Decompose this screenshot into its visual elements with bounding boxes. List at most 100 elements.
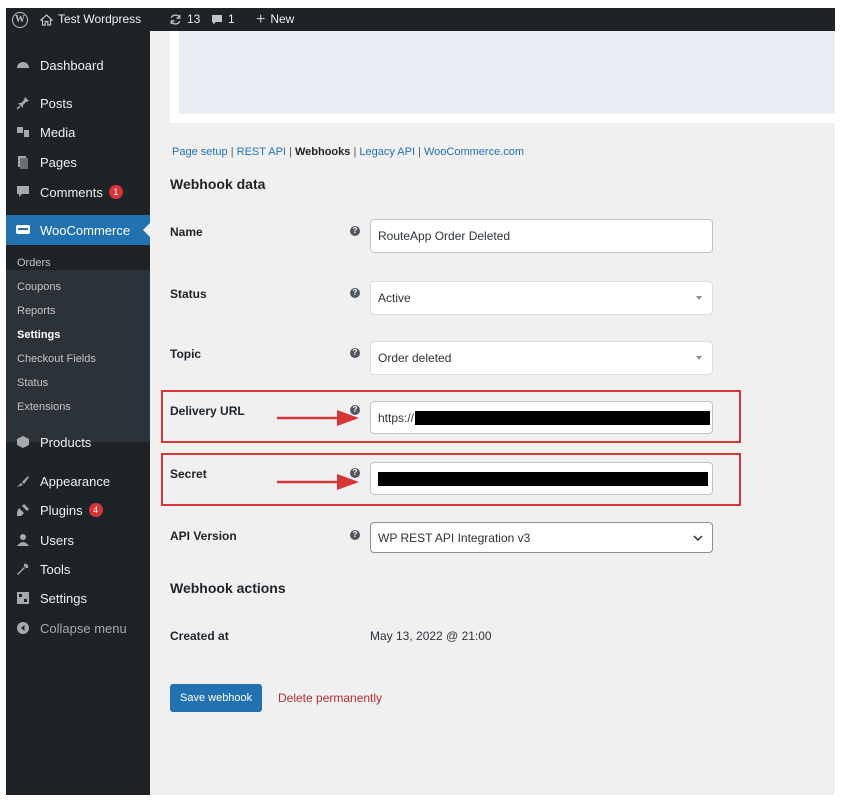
sidebar-item-label: WooCommerce xyxy=(40,222,131,238)
redacted-url-bar xyxy=(415,410,711,425)
tools-icon xyxy=(16,562,30,576)
sidebar-item-posts[interactable]: Posts xyxy=(6,88,150,118)
sidebar-item-settings[interactable]: Settings xyxy=(6,583,150,613)
plugins-badge: 4 xyxy=(88,503,103,517)
nav-link-webhooks[interactable]: Webhooks xyxy=(295,146,350,158)
help-icon[interactable]: ? xyxy=(350,226,360,236)
created-at-value: May 13, 2022 @ 21:00 xyxy=(370,629,492,643)
nav-link-woocommerce-com[interactable]: WooCommerce.com xyxy=(424,146,524,158)
secret-input[interactable] xyxy=(370,462,713,495)
sidebar-item-products[interactable]: Products xyxy=(6,427,150,457)
sidebar-item-dashboard[interactable]: Dashboard xyxy=(6,50,150,80)
api-version-label: API Version xyxy=(170,529,237,543)
sidebar-item-label: Posts xyxy=(40,95,73,111)
sidebar-item-label: Appearance xyxy=(40,473,111,489)
banner-panel xyxy=(179,31,835,114)
wp-admin-window: W Test Wordpress 13 1 + New Dashboard Po… xyxy=(6,8,835,795)
nav-link-page-setup[interactable]: Page setup xyxy=(172,146,228,158)
topic-select-value: Order deleted xyxy=(378,351,452,365)
delivery-url-label: Delivery URL xyxy=(170,404,245,418)
webhook-data-heading: Webhook data xyxy=(170,176,266,192)
comments-count: 1 xyxy=(228,12,235,26)
media-icon xyxy=(16,125,30,139)
updates-icon xyxy=(170,14,181,25)
updates-count: 13 xyxy=(187,12,201,26)
help-icon[interactable]: ? xyxy=(350,530,360,540)
sidebar-item-label: Plugins xyxy=(40,502,83,518)
help-icon[interactable]: ? xyxy=(350,405,360,415)
status-label: Status xyxy=(170,287,207,301)
api-version-select[interactable]: WP REST API Integration v3 xyxy=(370,522,713,553)
home-icon xyxy=(40,13,53,26)
api-version-value: WP REST API Integration v3 xyxy=(378,530,531,545)
nav-link-rest-api[interactable]: REST API xyxy=(237,146,286,158)
help-icon[interactable]: ? xyxy=(350,288,360,298)
sidebar-item-media[interactable]: Media xyxy=(6,117,150,147)
comments-link[interactable]: 1 xyxy=(211,8,235,31)
comment-bubble-icon xyxy=(212,15,222,25)
dropdown-caret-icon xyxy=(696,296,702,300)
name-input-value: RouteApp Order Deleted xyxy=(378,229,511,243)
submenu-item-status[interactable]: Status xyxy=(17,377,48,389)
sidebar-item-comments[interactable]: Comments 1 xyxy=(6,177,150,207)
site-name-link[interactable]: Test Wordpress xyxy=(40,8,141,31)
name-label: Name xyxy=(170,225,203,239)
sidebar-item-label: Media xyxy=(40,124,76,140)
submenu-item-orders[interactable]: Orders xyxy=(17,257,51,269)
collapse-menu-button[interactable]: Collapse menu xyxy=(6,613,150,643)
sidebar-item-plugins[interactable]: Plugins 4 xyxy=(6,495,150,525)
settings-section-nav: Page setup | REST API | Webhooks | Legac… xyxy=(172,146,524,158)
submenu-item-checkout-fields[interactable]: Checkout Fields xyxy=(17,353,96,365)
new-content-link[interactable]: + New xyxy=(256,8,294,31)
sidebar-item-label: Pages xyxy=(40,154,77,170)
submenu-item-extensions[interactable]: Extensions xyxy=(17,401,71,413)
submenu-item-settings[interactable]: Settings xyxy=(17,329,60,341)
save-webhook-button[interactable]: Save webhook xyxy=(170,684,263,712)
chevron-down-icon xyxy=(693,535,703,542)
appearance-icon xyxy=(16,474,30,488)
admin-sidebar: Dashboard Posts Media Pages Comments 1 W… xyxy=(6,31,150,795)
plus-icon: + xyxy=(256,11,266,28)
site-name: Test Wordpress xyxy=(58,12,142,26)
created-at-label: Created at xyxy=(170,629,229,643)
sidebar-item-pages[interactable]: Pages xyxy=(6,147,150,177)
topic-label: Topic xyxy=(170,347,202,361)
webhook-actions-heading: Webhook actions xyxy=(170,580,286,596)
wordpress-logo-button[interactable]: W xyxy=(12,8,28,31)
pages-icon xyxy=(16,155,30,169)
updates-link[interactable]: 13 xyxy=(169,8,200,31)
red-arrow-icon xyxy=(277,410,359,426)
sidebar-item-tools[interactable]: Tools xyxy=(6,554,150,584)
nav-link-legacy-api[interactable]: Legacy API xyxy=(359,146,415,158)
submenu-item-coupons[interactable]: Coupons xyxy=(17,281,61,293)
red-arrow-icon xyxy=(277,474,359,490)
help-icon[interactable]: ? xyxy=(350,348,360,358)
admin-bar: W Test Wordpress 13 1 + New xyxy=(6,8,835,31)
plugins-icon xyxy=(16,503,30,517)
submenu-item-reports[interactable]: Reports xyxy=(17,305,56,317)
secret-label: Secret xyxy=(170,467,207,481)
help-icon[interactable]: ? xyxy=(350,468,360,478)
top-banner xyxy=(170,31,835,123)
woo-icon xyxy=(16,223,30,237)
sidebar-item-label: Comments xyxy=(40,184,103,200)
sidebar-item-woocommerce[interactable]: WooCommerce xyxy=(6,215,150,245)
sidebar-item-label: Settings xyxy=(40,590,87,606)
sidebar-item-users[interactable]: Users xyxy=(6,525,150,555)
name-input[interactable]: RouteApp Order Deleted xyxy=(370,219,713,253)
delete-permanently-link[interactable]: Delete permanently xyxy=(278,691,382,705)
sidebar-item-label: Tools xyxy=(40,561,71,577)
comment-icon xyxy=(16,185,30,199)
wordpress-icon: W xyxy=(12,11,28,28)
status-select[interactable]: Active xyxy=(370,281,713,315)
sidebar-item-label: Collapse menu xyxy=(40,620,127,636)
delivery-url-value: https:// xyxy=(378,410,415,425)
topic-select[interactable]: Order deleted xyxy=(370,341,713,375)
dropdown-caret-icon xyxy=(696,356,702,360)
dashboard-icon xyxy=(16,58,30,72)
products-icon xyxy=(16,435,30,449)
delivery-url-input[interactable]: https:// xyxy=(370,401,713,434)
redacted-secret-bar xyxy=(378,471,708,486)
collapse-icon xyxy=(16,621,30,635)
sidebar-item-appearance[interactable]: Appearance xyxy=(6,466,150,496)
